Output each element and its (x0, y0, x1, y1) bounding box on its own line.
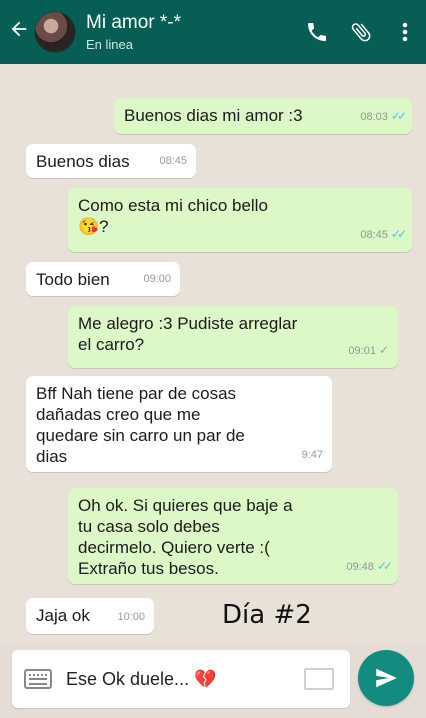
message-bubble-outgoing[interactable]: Oh ok. Si quieres que baje a tu casa sol… (68, 488, 398, 584)
message-bubble-incoming[interactable]: Buenos dias 08:45 (26, 144, 196, 178)
contact-status: En linea (86, 37, 133, 52)
message-time: 08:03 (360, 111, 388, 123)
message-time: 08:45 (360, 229, 388, 241)
send-button[interactable] (358, 650, 414, 706)
message-bubble-incoming[interactable]: Todo bien 09:00 (26, 262, 180, 296)
message-text: Oh ok. Si quieres que baje a (78, 496, 293, 515)
message-bubble-outgoing[interactable]: Buenos dias mi amor :3 08:03 ✓✓ (114, 98, 412, 134)
contact-name: Mi amor *-* (86, 12, 182, 33)
message-time: 09:01 (348, 345, 376, 357)
paperclip-icon[interactable] (344, 15, 378, 49)
message-bubble-outgoing[interactable]: Como esta mi chico bello 😘? 08:45 ✓✓ (68, 188, 412, 252)
message-text-line-4: dias (36, 447, 68, 466)
message-composer[interactable]: Ese Ok duele... 💔 (12, 650, 350, 708)
message-text-line-2: tu casa solo debes (78, 517, 220, 536)
message-text-line-2: dañadas creo que me (36, 405, 201, 424)
message-text: Como esta mi chico bello (78, 196, 268, 215)
message-text: Bff Nah tiene par de cosas (36, 384, 237, 403)
message-text: Buenos dias mi amor :3 (124, 106, 303, 125)
phone-icon[interactable] (300, 15, 334, 49)
message-bubble-incoming[interactable]: Bff Nah tiene par de cosas dañadas creo … (26, 376, 332, 472)
message-text-line-3: quedare sin carro un par de (36, 426, 245, 445)
message-text: Buenos dias (36, 152, 130, 171)
message-text: Me alegro :3 Pudiste arreglar (78, 314, 298, 333)
camera-icon[interactable] (304, 668, 334, 690)
message-text: Todo bien (36, 270, 110, 289)
read-receipt-icon: ✓✓ (376, 559, 393, 573)
chat-header: Mi amor *-* En linea (0, 0, 426, 64)
read-receipt-icon: ✓✓ (390, 227, 407, 241)
contact-info[interactable]: Mi amor *-* En linea (86, 12, 300, 52)
back-arrow-icon[interactable] (4, 18, 34, 46)
message-time: 08:45 (159, 155, 187, 167)
sent-receipt-icon: ✓ (378, 343, 389, 357)
message-time: 9:47 (301, 449, 323, 461)
message-time: 09:00 (143, 273, 171, 285)
message-input[interactable]: Ese Ok duele... 💔 (66, 669, 304, 690)
more-vert-icon[interactable] (388, 15, 422, 49)
message-bubble-incoming[interactable]: Jaja ok 10:00 (26, 598, 154, 634)
chat-area[interactable]: Buenos dias mi amor :3 08:03 ✓✓ Buenos di… (0, 64, 426, 642)
keyboard-icon[interactable] (24, 669, 52, 689)
message-time: 09:48 (346, 561, 374, 573)
message-time: 10:00 (117, 611, 145, 623)
video-overlay-caption: Día #2 (222, 600, 312, 630)
send-icon (376, 668, 397, 688)
read-receipt-icon: ✓✓ (390, 109, 407, 123)
message-text: Jaja ok (36, 606, 90, 625)
message-bubble-outgoing[interactable]: Me alegro :3 Pudiste arreglar el carro? … (68, 306, 398, 368)
contact-avatar[interactable] (34, 11, 76, 53)
